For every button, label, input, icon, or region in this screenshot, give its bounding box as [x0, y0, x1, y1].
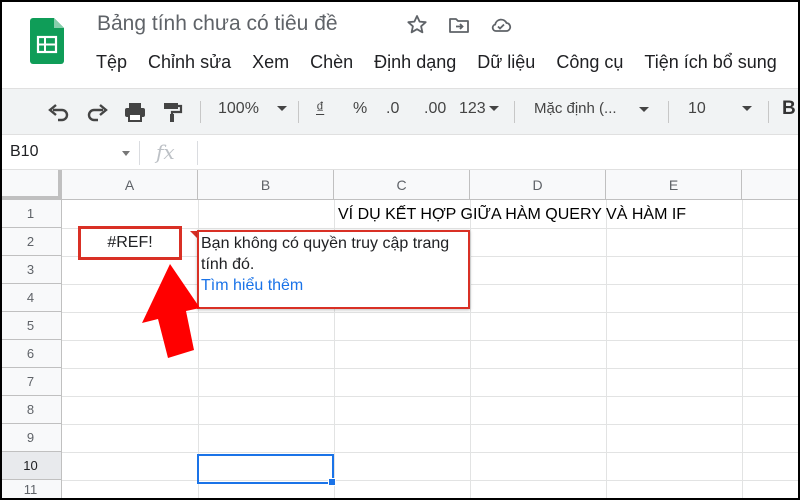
- increase-decimal-label: .00: [424, 100, 447, 117]
- undo-icon[interactable]: [47, 101, 71, 123]
- paint-format-icon[interactable]: [161, 101, 183, 123]
- menu-bar: Tệp Chỉnh sửa Xem Chèn Định dạng Dữ liệu…: [96, 52, 777, 73]
- fill-handle[interactable]: [328, 478, 336, 486]
- red-arrow-annotation-icon: [142, 264, 200, 358]
- format-percent-button[interactable]: %: [353, 100, 367, 118]
- decrease-decimal-button[interactable]: .0: [386, 100, 399, 118]
- zoom-value: 100%: [218, 100, 259, 117]
- increase-decimal-button[interactable]: .00: [424, 100, 446, 118]
- row-header-2[interactable]: 2: [0, 228, 62, 256]
- zoom-select[interactable]: 100%: [218, 100, 287, 118]
- row-header-3[interactable]: 3: [0, 256, 62, 284]
- cloud-status-icon[interactable]: [489, 13, 513, 37]
- error-indicator-icon: [190, 231, 197, 238]
- row-header-6[interactable]: 6: [0, 340, 62, 368]
- font-size-select[interactable]: 10: [688, 100, 752, 118]
- error-tooltip: Bạn không có quyền truy cập trang tính đ…: [197, 230, 470, 309]
- column-header-d[interactable]: D: [470, 170, 606, 200]
- active-cell-b10[interactable]: [197, 454, 334, 484]
- sheets-logo-icon[interactable]: [30, 18, 64, 64]
- row-header-1[interactable]: 1: [0, 200, 62, 228]
- menu-format[interactable]: Định dạng: [374, 52, 456, 73]
- font-size-value: 10: [688, 100, 706, 117]
- format-currency-button[interactable]: ₫: [316, 100, 324, 118]
- row-header-4[interactable]: 4: [0, 284, 62, 312]
- toolbar: 100% ₫ % .0 .00 123 Mặc định (... 10 B: [0, 88, 800, 134]
- menu-view[interactable]: Xem: [252, 52, 289, 73]
- name-box[interactable]: B10: [10, 143, 38, 161]
- name-box-caret-icon[interactable]: [122, 151, 130, 156]
- cell-c1-text[interactable]: VÍ DỤ KẾT HỢP GIỮA HÀM QUERY VÀ HÀM IF: [338, 206, 686, 224]
- bold-button[interactable]: B: [782, 98, 796, 120]
- star-icon[interactable]: [405, 13, 429, 37]
- print-icon[interactable]: [123, 101, 147, 123]
- column-header-a[interactable]: A: [62, 170, 198, 200]
- select-all-corner[interactable]: [0, 170, 62, 200]
- font-family-select[interactable]: Mặc định (...: [534, 100, 649, 117]
- tooltip-message-line2: tính đó.: [201, 256, 255, 273]
- menu-tools[interactable]: Công cụ: [556, 52, 623, 73]
- cell-a2-ref-error[interactable]: #REF!: [78, 226, 182, 260]
- menu-edit[interactable]: Chỉnh sửa: [148, 52, 231, 73]
- formula-bar: B10 fx: [0, 134, 800, 170]
- column-header-e[interactable]: E: [606, 170, 742, 200]
- row-header-5[interactable]: 5: [0, 312, 62, 340]
- row-header-11[interactable]: 11: [0, 480, 62, 500]
- move-to-folder-icon[interactable]: [447, 13, 471, 37]
- menu-data[interactable]: Dữ liệu: [477, 52, 535, 73]
- document-title[interactable]: Bảng tính chưa có tiêu đề: [97, 12, 338, 36]
- font-family-value: Mặc định (...: [534, 100, 617, 117]
- menu-file[interactable]: Tệp: [96, 52, 127, 73]
- row-header-10[interactable]: 10: [0, 452, 62, 480]
- redo-icon[interactable]: [85, 101, 109, 123]
- more-formats-select[interactable]: 123: [459, 100, 499, 118]
- menu-addons[interactable]: Tiện ích bổ sung: [644, 52, 776, 73]
- tooltip-message-line1: Bạn không có quyền truy cập trang: [201, 235, 450, 252]
- column-header-b[interactable]: B: [198, 170, 334, 200]
- column-header-f[interactable]: [742, 170, 800, 200]
- fx-icon: fx: [156, 140, 175, 164]
- row-header-8[interactable]: 8: [0, 396, 62, 424]
- spreadsheet-grid[interactable]: A B C D E 1 2 3 4 5 6 7 8 9 10 11 VÍ DỤ …: [0, 170, 800, 500]
- decrease-decimal-label: .0: [386, 100, 400, 117]
- learn-more-link[interactable]: Tìm hiểu thêm: [201, 275, 466, 296]
- row-header-7[interactable]: 7: [0, 368, 62, 396]
- row-header-9[interactable]: 9: [0, 424, 62, 452]
- column-header-c[interactable]: C: [334, 170, 470, 200]
- more-formats-label: 123: [459, 100, 486, 117]
- menu-insert[interactable]: Chèn: [310, 52, 353, 73]
